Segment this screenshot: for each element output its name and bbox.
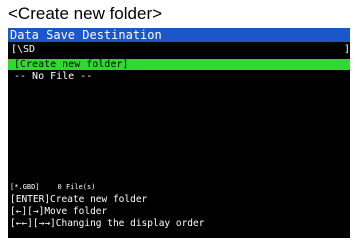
- path-end-bracket: ]: [343, 44, 350, 55]
- current-path: [\SD: [11, 44, 36, 55]
- file-filter: [*.GBD]: [10, 183, 40, 191]
- status-bar: [*.GBD] 0 File(s): [10, 182, 95, 192]
- list-item-create-new-folder[interactable]: [Create new folder]: [8, 59, 350, 70]
- device-screen: Data Save Destination [\SD ] [Create new…: [8, 28, 350, 238]
- help-move-folder: [←][→]Move folder: [10, 206, 108, 217]
- help-enter-create: [ENTER]Create new folder: [10, 194, 148, 205]
- file-count: 0 File(s): [57, 183, 96, 191]
- window-title: Data Save Destination: [8, 28, 350, 42]
- help-display-order: [←←][→→]Changing the display order: [10, 218, 205, 229]
- list-item-no-file: -- No File --: [14, 71, 93, 82]
- section-caption: <Create new folder>: [8, 4, 163, 23]
